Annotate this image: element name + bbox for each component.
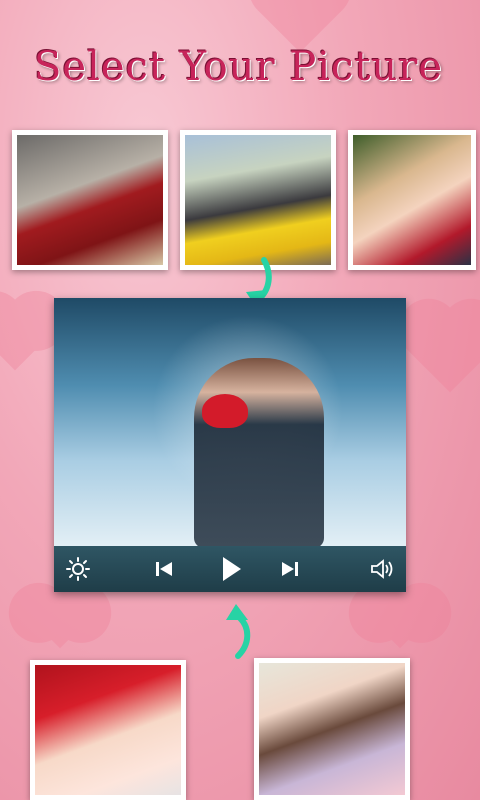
photo-thumbnail-5[interactable] [254,658,410,800]
play-icon[interactable] [214,546,248,592]
photo-thumbnail-3[interactable] [348,130,476,270]
brightness-icon[interactable] [64,546,92,592]
player-controls [54,546,406,592]
photo-thumbnail-4[interactable] [30,660,186,800]
photo-thumbnail-2[interactable] [180,130,336,270]
couple-happy-photo [259,663,405,795]
video-preview [54,298,406,548]
couple-image [194,358,324,548]
curved-arrow-up-icon [226,604,251,659]
next-icon[interactable] [278,546,302,592]
volume-icon[interactable] [368,546,398,592]
couple-bench-photo [185,135,331,265]
previous-icon[interactable] [152,546,176,592]
heart-decoration [0,299,51,371]
heart-decoration [371,591,429,649]
red-hat-image [202,394,248,428]
photo-thumbnail-1[interactable] [12,130,168,270]
heart-decoration [407,307,480,393]
page-title: Select Your Picture [34,44,444,90]
girl-red-coat-photo [17,135,163,265]
kids-kiss-photo [353,135,471,265]
video-player[interactable] [54,298,406,592]
heart-decoration [31,591,89,649]
baby-valentine-photo [35,665,181,795]
